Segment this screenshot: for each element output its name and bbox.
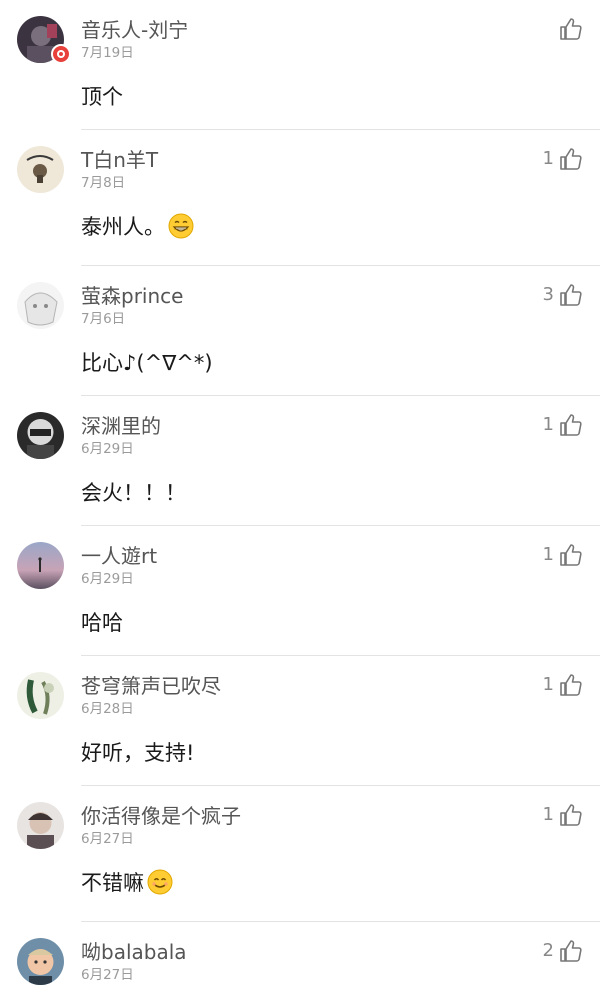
comment-text: 会火！！！: [81, 481, 186, 505]
like-count: 1: [542, 544, 554, 565]
avatar[interactable]: [17, 672, 64, 719]
comment-date: 7月19日: [81, 45, 134, 61]
avatar[interactable]: [17, 542, 64, 589]
thumbs-up-icon: [558, 282, 584, 308]
like-count: 1: [542, 804, 554, 825]
comment-date: 6月27日: [81, 831, 134, 847]
username[interactable]: 你活得像是个疯子: [81, 803, 241, 829]
avatar[interactable]: [17, 412, 64, 459]
thumbs-up-icon: [558, 412, 584, 438]
comment-text-content: 不错嘛: [81, 871, 144, 895]
thumbs-up-icon: [558, 542, 584, 568]
thumbs-up-icon: [558, 802, 584, 828]
comment-item: 苍穹箫声已吹尽 6月28日 1 好听，支持!: [0, 656, 600, 786]
comment-item: 音乐人-刘宁 7月19日 顶个: [0, 0, 600, 130]
comment-item: T白n羊T 7月8日 1 泰州人。: [0, 130, 600, 266]
thumbs-up-icon: [558, 672, 584, 698]
avatar[interactable]: [17, 282, 64, 329]
like-count: 1: [542, 674, 554, 695]
username[interactable]: 萤森prince: [81, 283, 183, 309]
username[interactable]: 一人遊rt: [81, 543, 157, 569]
comment-text: 泰州人。: [81, 212, 194, 242]
like-button[interactable]: 1: [543, 542, 584, 568]
comment-date: 6月28日: [81, 701, 134, 717]
comment-item: 萤森prince 7月6日 3 比心♪(^∇^*): [0, 266, 600, 396]
comment-date: 6月29日: [81, 441, 134, 457]
like-button[interactable]: 1: [543, 802, 584, 828]
comment-item: 深渊里的 6月29日 1 会火！！！: [0, 396, 600, 526]
like-button[interactable]: 1: [543, 672, 584, 698]
username[interactable]: 深渊里的: [81, 413, 161, 439]
like-count: 1: [542, 148, 554, 169]
comment-item: 一人遊rt 6月29日 1 哈哈: [0, 526, 600, 656]
thumbs-up-icon: [558, 16, 584, 42]
comment-date: 6月27日: [81, 967, 134, 983]
comment-text-content: 泰州人。: [81, 215, 165, 239]
comment-list: 音乐人-刘宁 7月19日 顶个 T白n羊T 7月8日 1 泰州人。 萤森prin…: [0, 0, 600, 1002]
comment-item: 你活得像是个疯子 6月27日 1 不错嘛: [0, 786, 600, 922]
like-button[interactable]: [554, 16, 584, 42]
username[interactable]: T白n羊T: [81, 147, 158, 173]
avatar[interactable]: [17, 802, 64, 849]
comment-text: 顶个: [81, 85, 123, 109]
comment-text: 比心♪(^∇^*): [81, 351, 213, 375]
comment-date: 7月6日: [81, 311, 126, 327]
grin-emoji-icon: [168, 213, 194, 239]
comment-item: 呦balabala 6月27日 2: [0, 922, 600, 1002]
thumbs-up-icon: [558, 938, 584, 964]
avatar[interactable]: [17, 146, 64, 193]
smile-emoji-icon: [147, 869, 173, 895]
verified-badge-icon: [51, 44, 71, 64]
like-button[interactable]: 1: [543, 146, 584, 172]
like-button[interactable]: 2: [543, 938, 584, 964]
comment-text: 哈哈: [81, 611, 123, 635]
like-count: 3: [542, 284, 554, 305]
comment-text: 不错嘛: [81, 868, 173, 898]
thumbs-up-icon: [558, 146, 584, 172]
username[interactable]: 呦balabala: [81, 939, 187, 965]
like-button[interactable]: 1: [543, 412, 584, 438]
like-count: 2: [542, 940, 554, 961]
username[interactable]: 音乐人-刘宁: [81, 17, 188, 43]
comment-date: 6月29日: [81, 571, 134, 587]
comment-text: 好听，支持!: [81, 741, 195, 765]
comment-date: 7月8日: [81, 175, 126, 191]
like-button[interactable]: 3: [543, 282, 584, 308]
avatar[interactable]: [17, 938, 64, 985]
like-count: 1: [542, 414, 554, 435]
username[interactable]: 苍穹箫声已吹尽: [81, 673, 221, 699]
